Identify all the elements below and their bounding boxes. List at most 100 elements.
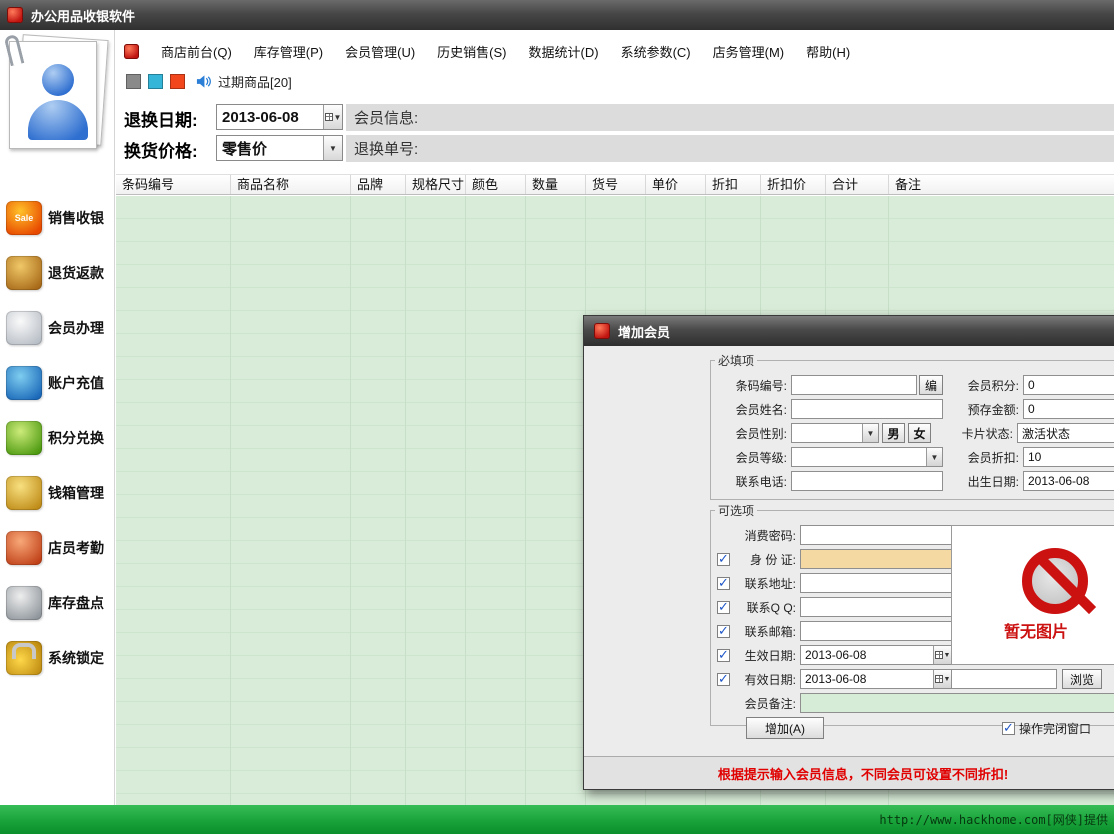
- password-label: 消费密码:: [734, 527, 796, 544]
- sidebar-item-label: 账户充值: [48, 373, 104, 393]
- end-date-checkbox[interactable]: [717, 673, 730, 686]
- row-member-name: 会员姓名: 预存金额: 0: [717, 399, 1114, 419]
- prepaid-label: 预存金额:: [951, 401, 1019, 418]
- member-level-select[interactable]: ▼: [791, 447, 943, 467]
- col-header-color: 颜色: [466, 175, 526, 194]
- member-name-label: 会员姓名:: [717, 401, 787, 418]
- member-discount-input[interactable]: 10: [1023, 447, 1114, 467]
- return-date-label: 退换日期:: [124, 106, 198, 131]
- col-header-spec: 规格尺寸: [406, 175, 466, 194]
- id-card-checkbox[interactable]: [717, 553, 730, 566]
- member-discount-label: 会员折扣:: [951, 449, 1019, 466]
- menu-item-stock-manage[interactable]: 库存管理(P): [254, 42, 323, 61]
- menu-item-member-manage[interactable]: 会员管理(U): [345, 42, 415, 61]
- email-checkbox[interactable]: [717, 625, 730, 638]
- member-name-input[interactable]: [791, 399, 943, 419]
- card-status-input[interactable]: 激活状态: [1017, 423, 1114, 443]
- sidebar-item-account-recharge[interactable]: 账户充值: [0, 355, 114, 410]
- email-input[interactable]: [800, 621, 952, 641]
- sidebar: Sale 销售收银 退货返款 会员办理 账户充值 积分兑换 钱箱管理: [0, 30, 115, 805]
- sidebar-item-label: 库存盘点: [48, 593, 104, 613]
- bottom-status-bar: http://www.hackhome.com[网侠]提供: [0, 805, 1114, 834]
- sidebar-item-cashbox-manage[interactable]: 钱箱管理: [0, 465, 114, 520]
- menu-logo-icon: [124, 44, 139, 59]
- gender-label: 会员性别:: [717, 425, 787, 442]
- exchange-price-select[interactable]: 零售价 ▼: [216, 135, 343, 161]
- person-torso: [28, 100, 88, 140]
- dialog-logo-icon: [594, 323, 610, 339]
- photo-browse-row: 浏览: [951, 669, 1102, 689]
- barcode-input[interactable]: [791, 375, 917, 395]
- return-date-picker[interactable]: 2013-06-08 ▼: [216, 104, 343, 130]
- alert-toolbar: 过期商品[20]: [116, 70, 1114, 92]
- end-date-picker[interactable]: 2013-06-08 ▼: [800, 669, 952, 689]
- password-input[interactable]: [800, 525, 952, 545]
- title-bar[interactable]: 办公用品收银软件: [0, 0, 1114, 30]
- birthday-input[interactable]: 2013-06-08: [1023, 471, 1114, 491]
- sidebar-item-points-exchange[interactable]: 积分兑换: [0, 410, 114, 465]
- col-header-discount: 折扣: [706, 175, 761, 194]
- member-level-label: 会员等级:: [717, 449, 787, 466]
- person-head: [42, 64, 74, 96]
- paperclip-icon: [4, 34, 25, 66]
- menu-item-store-front[interactable]: 商店前台(Q): [161, 42, 232, 61]
- sidebar-item-return-refund[interactable]: 退货返款: [0, 245, 114, 300]
- barcode-label: 条码编号:: [717, 377, 787, 394]
- male-button[interactable]: 男: [882, 423, 905, 443]
- address-checkbox[interactable]: [717, 577, 730, 590]
- add-member-dialog: 增加会员 必填项 条码编号: 编 会员积分: 0 会员姓名: 预存金额: 0 会…: [583, 315, 1114, 790]
- gender-select[interactable]: ▼: [791, 423, 879, 443]
- calendar-dropdown-icon[interactable]: ▼: [323, 105, 342, 129]
- start-date-checkbox[interactable]: [717, 649, 730, 662]
- app-logo-icon: [7, 7, 23, 23]
- address-input[interactable]: [800, 573, 952, 593]
- table-column: [526, 196, 586, 805]
- points-input[interactable]: 0: [1023, 375, 1114, 395]
- menu-item-help[interactable]: 帮助(H): [806, 42, 850, 61]
- menu-item-data-stats[interactable]: 数据统计(D): [529, 42, 599, 61]
- chevron-down-icon[interactable]: ▼: [323, 136, 342, 160]
- birthday-label: 出生日期:: [951, 473, 1019, 490]
- col-header-brand: 品牌: [351, 175, 406, 194]
- prepaid-input[interactable]: 0: [1023, 399, 1114, 419]
- sidebar-item-inventory-check[interactable]: 库存盘点: [0, 575, 114, 630]
- female-button[interactable]: 女: [908, 423, 931, 443]
- photo-path-input[interactable]: [951, 669, 1057, 689]
- col-header-barcode: 条码编号: [116, 175, 231, 194]
- edit-barcode-button[interactable]: 编: [919, 375, 943, 395]
- phone-label: 联系电话:: [717, 473, 787, 490]
- menu-item-system-params[interactable]: 系统参数(C): [621, 42, 691, 61]
- exchange-no-strip: 退换单号:: [346, 135, 1114, 162]
- sidebar-item-label: 系统锁定: [48, 648, 104, 668]
- browse-button[interactable]: 浏览: [1062, 669, 1102, 689]
- qq-label: 联系Q Q:: [734, 599, 796, 616]
- dialog-title-bar[interactable]: 增加会员: [584, 316, 1114, 346]
- calendar-dropdown-icon[interactable]: ▼: [933, 670, 951, 688]
- add-member-button[interactable]: 增加(A): [746, 717, 824, 739]
- sidebar-item-system-lock[interactable]: 系统锁定: [0, 630, 114, 685]
- menu-item-history-sales[interactable]: 历史销售(S): [437, 42, 506, 61]
- close-after-operation-checkbox[interactable]: [1002, 722, 1015, 735]
- attendance-people-icon: [6, 531, 42, 565]
- user-photo-image: [5, 35, 109, 153]
- col-header-total: 合计: [826, 175, 889, 194]
- sidebar-item-staff-attendance[interactable]: 店员考勤: [0, 520, 114, 575]
- exchange-price-label: 换货价格:: [124, 137, 198, 162]
- remark-input[interactable]: [800, 693, 1114, 713]
- chevron-down-icon[interactable]: ▼: [926, 448, 942, 466]
- sale-icon: Sale: [6, 201, 42, 235]
- sidebar-item-sales-cashier[interactable]: Sale 销售收银: [0, 190, 114, 245]
- qq-input[interactable]: [800, 597, 952, 617]
- chevron-down-icon[interactable]: ▼: [862, 424, 878, 442]
- row-phone: 联系电话: 出生日期: 2013-06-08: [717, 471, 1114, 491]
- start-date-picker[interactable]: 2013-06-08 ▼: [800, 645, 952, 665]
- id-card-input[interactable]: [800, 549, 952, 569]
- sidebar-item-label: 店员考勤: [48, 538, 104, 558]
- table-column: [116, 196, 231, 805]
- qq-checkbox[interactable]: [717, 601, 730, 614]
- menu-item-store-affairs[interactable]: 店务管理(M): [713, 42, 785, 61]
- calendar-dropdown-icon[interactable]: ▼: [933, 646, 951, 664]
- sidebar-item-member-register[interactable]: 会员办理: [0, 300, 114, 355]
- expired-goods-ticker[interactable]: 过期商品[20]: [218, 72, 292, 91]
- phone-input[interactable]: [791, 471, 943, 491]
